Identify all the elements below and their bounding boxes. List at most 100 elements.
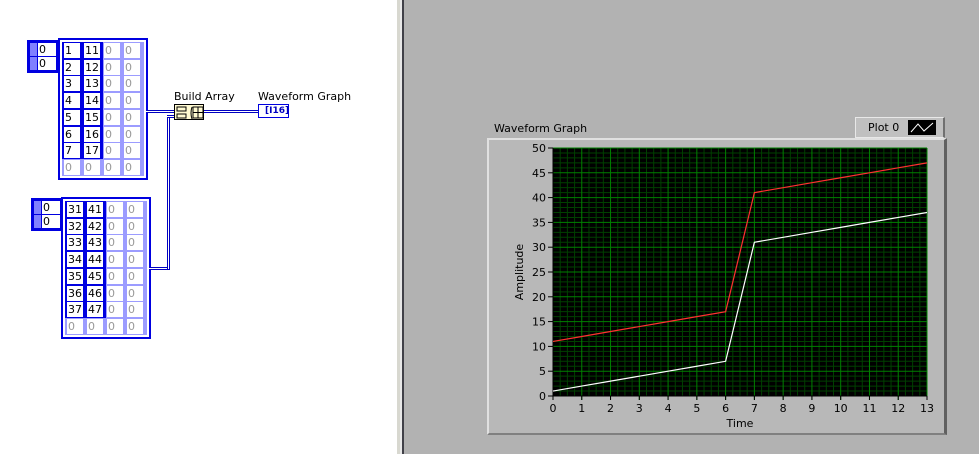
array2-cell[interactable]: 36 xyxy=(67,285,83,301)
array1-cell[interactable]: 4 xyxy=(64,93,80,109)
array1-cell[interactable]: 0 xyxy=(124,126,140,142)
array1-cell[interactable]: 0 xyxy=(104,59,120,75)
array2-cell[interactable]: 34 xyxy=(67,252,83,268)
y-tick-label: 30 xyxy=(532,241,546,254)
x-tick-label: 8 xyxy=(780,402,787,415)
array2-cell[interactable]: 0 xyxy=(127,218,143,234)
wire-output[interactable] xyxy=(204,110,258,113)
legend-line-icon[interactable] xyxy=(908,120,936,135)
array1-cell[interactable]: 0 xyxy=(124,59,140,75)
array2-cell[interactable]: 0 xyxy=(107,318,123,334)
y-tick-label: 20 xyxy=(532,291,546,304)
block-diagram: 0 0 1 11 0 0 2 12 0 0 3 13 0 0 4 14 0 0 5 15 0 0 6 16 0 0 7 17 0 0 0… xyxy=(0,0,397,454)
array2-index-1[interactable]: 0 xyxy=(42,215,60,228)
array1-constant[interactable]: 1 11 0 0 2 12 0 0 3 13 0 0 4 14 0 0 5 15 0 0 6 16 0 0 7 17 0 0 0 0 0 0 xyxy=(58,38,148,180)
array1-cell[interactable]: 0 xyxy=(124,109,140,125)
array1-cell[interactable]: 0 xyxy=(124,143,140,159)
plot-legend[interactable]: Plot 0 xyxy=(855,117,945,138)
array1-cell[interactable]: 0 xyxy=(124,159,140,175)
array1-index-0[interactable]: 0 xyxy=(38,43,56,56)
array1-cell[interactable]: 12 xyxy=(84,59,100,75)
array2-cell[interactable]: 0 xyxy=(107,252,123,268)
array1-cell[interactable]: 0 xyxy=(104,43,120,58)
array2-cell[interactable]: 0 xyxy=(107,268,123,284)
array2-cell[interactable]: 0 xyxy=(107,235,123,251)
array2-cell[interactable]: 0 xyxy=(127,318,143,334)
waveform-graph[interactable]: 0 1 2 3 4 5 6 7 8 9 10 11 12 13 0 5 10 15 20 25 30 35 40 45 50 Ti… xyxy=(487,138,947,435)
array2-cell[interactable]: 0 xyxy=(107,202,123,217)
array1-cell[interactable]: 1 xyxy=(64,43,80,58)
array2-cell[interactable]: 0 xyxy=(127,202,143,217)
array1-cell[interactable]: 17 xyxy=(84,143,100,159)
y-tick-label: 0 xyxy=(539,390,546,403)
array2-cell[interactable]: 0 xyxy=(127,268,143,284)
array2-cell[interactable]: 0 xyxy=(107,285,123,301)
x-tick-label: 0 xyxy=(550,402,557,415)
array2-cell[interactable]: 33 xyxy=(67,235,83,251)
build-array-node[interactable] xyxy=(174,104,204,120)
array1-cell[interactable]: 0 xyxy=(64,159,80,175)
array2-cell[interactable]: 42 xyxy=(87,218,103,234)
array2-cell[interactable]: 35 xyxy=(67,268,83,284)
x-tick-label: 7 xyxy=(751,402,758,415)
array2-cell[interactable]: 0 xyxy=(107,218,123,234)
y-axis-label: Amplitude xyxy=(513,244,526,301)
array1-cell[interactable]: 3 xyxy=(64,76,80,92)
build-array-icon xyxy=(176,106,204,120)
array2-cell[interactable]: 41 xyxy=(87,202,103,217)
array1-cell[interactable]: 0 xyxy=(104,76,120,92)
array1-cell[interactable]: 6 xyxy=(64,126,80,142)
x-tick-label: 9 xyxy=(808,402,815,415)
y-tick-label: 15 xyxy=(532,316,546,329)
array2-cell[interactable]: 46 xyxy=(87,285,103,301)
y-tick-label: 5 xyxy=(539,365,546,378)
array2-cell[interactable]: 44 xyxy=(87,252,103,268)
array2-cell[interactable]: 0 xyxy=(107,302,123,318)
array2-cell[interactable]: 0 xyxy=(67,318,83,334)
array1-index-1[interactable]: 0 xyxy=(38,57,56,70)
wire-array2-v[interactable] xyxy=(167,115,170,269)
array1-cell[interactable]: 0 xyxy=(104,93,120,109)
array2-cell[interactable]: 32 xyxy=(67,218,83,234)
waveform-graph-terminal[interactable]: [I16] xyxy=(258,104,289,118)
array1-cell[interactable]: 0 xyxy=(124,93,140,109)
array1-cell[interactable]: 14 xyxy=(84,93,100,109)
array2-cell[interactable]: 0 xyxy=(127,252,143,268)
array1-cell[interactable]: 11 xyxy=(84,43,100,58)
wire-array1[interactable] xyxy=(146,110,174,113)
array1-cell[interactable]: 7 xyxy=(64,143,80,159)
y-tick-label: 45 xyxy=(532,167,546,180)
array1-cell[interactable]: 0 xyxy=(104,159,120,175)
x-tick-label: 2 xyxy=(607,402,614,415)
array2-cell[interactable]: 37 xyxy=(67,302,83,318)
array1-index-display[interactable]: 0 0 xyxy=(27,40,59,73)
array1-cell[interactable]: 5 xyxy=(64,109,80,125)
array1-cell[interactable]: 0 xyxy=(124,43,140,58)
array1-cell[interactable]: 0 xyxy=(124,76,140,92)
array2-cell[interactable]: 43 xyxy=(87,235,103,251)
x-tick-label: 4 xyxy=(665,402,672,415)
array2-cell[interactable]: 0 xyxy=(127,302,143,318)
legend-label: Plot 0 xyxy=(868,121,900,134)
x-tick-label: 1 xyxy=(578,402,585,415)
array1-cell[interactable]: 0 xyxy=(104,143,120,159)
array1-cell[interactable]: 16 xyxy=(84,126,100,142)
array2-cell[interactable]: 0 xyxy=(87,318,103,334)
array2-index-display[interactable]: 0 0 xyxy=(31,198,63,231)
wire-array2-in[interactable] xyxy=(167,115,174,118)
array1-cell[interactable]: 0 xyxy=(104,109,120,125)
array1-cell[interactable]: 2 xyxy=(64,59,80,75)
array1-cell[interactable]: 13 xyxy=(84,76,100,92)
array1-cell[interactable]: 0 xyxy=(84,159,100,175)
array2-cell[interactable]: 0 xyxy=(127,285,143,301)
array2-cell[interactable]: 47 xyxy=(87,302,103,318)
array2-index-0[interactable]: 0 xyxy=(42,201,60,214)
array1-cell[interactable]: 15 xyxy=(84,109,100,125)
graph-label: Waveform Graph xyxy=(494,122,588,135)
array2-cell[interactable]: 0 xyxy=(127,235,143,251)
array1-cell[interactable]: 0 xyxy=(104,126,120,142)
array2-cell[interactable]: 45 xyxy=(87,268,103,284)
array2-constant[interactable]: 31 41 0 0 32 42 0 0 33 43 0 0 34 44 0 0 35 45 0 0 36 46 0 0 37 47… xyxy=(61,197,151,339)
y-tick-label: 25 xyxy=(532,266,546,279)
array2-cell[interactable]: 31 xyxy=(67,202,83,217)
